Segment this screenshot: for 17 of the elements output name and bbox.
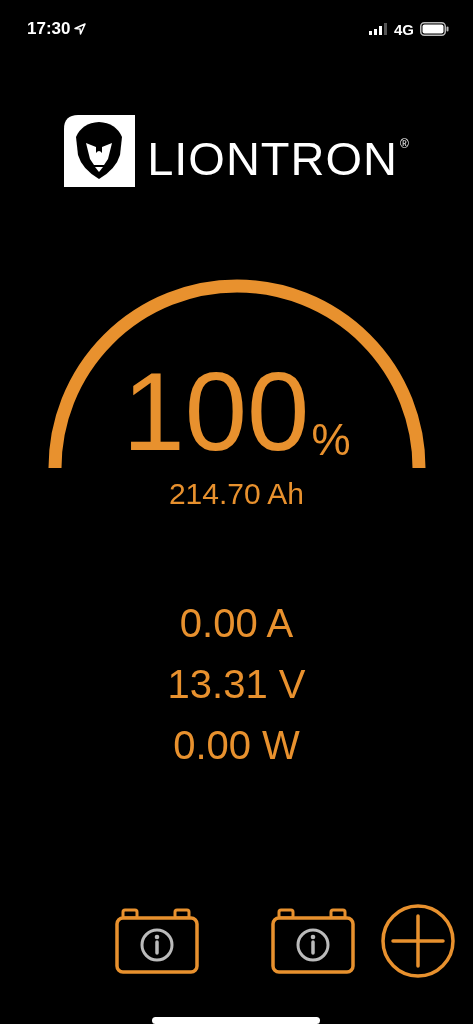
signal-icon [369, 23, 388, 35]
brand-name: LIONTRON [147, 135, 398, 182]
registered-mark: ® [400, 137, 409, 151]
status-time: 17:30 [27, 19, 71, 39]
location-arrow-icon [74, 23, 87, 35]
network-label: 4G [394, 20, 414, 38]
reading-value: 13.31 V [167, 661, 306, 708]
charge-percent: 100 [122, 356, 310, 468]
percent-unit: % [311, 418, 351, 462]
capacity-reading: 214.70 Ah [168, 479, 305, 509]
reading-value: 0.00 W [173, 722, 300, 769]
add-button[interactable] [381, 903, 455, 981]
reading-value: 0.00 A [179, 600, 294, 647]
lion-head-icon [64, 115, 136, 187]
battery-info-button[interactable] [115, 907, 199, 977]
battery-info-button[interactable] [271, 907, 355, 977]
battery-icon [420, 22, 449, 36]
